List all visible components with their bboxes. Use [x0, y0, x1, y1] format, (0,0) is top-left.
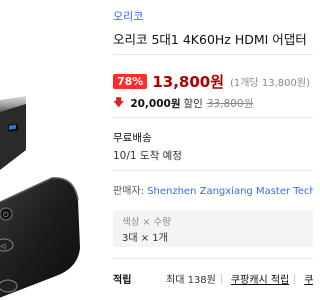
red-down-arrow-icon: 🡇	[113, 96, 125, 109]
divider	[113, 258, 313, 259]
coupon-label: 할인	[183, 98, 203, 110]
product-info-panel: 오리코 오리코 5대1 4K60Hz HDMI 어댑터 78% 13,800원 …	[113, 0, 313, 300]
price-row: 78% 13,800원 (1개당 13,800원)	[113, 71, 310, 92]
svg-text:⏻: ⏻	[3, 211, 9, 219]
coupon-row: 🡇 20,000원 할인 33,800원	[113, 94, 253, 113]
svg-text:◁: ◁	[0, 242, 6, 250]
product-title: 오리코 5대1 4K60Hz HDMI 어댑터	[113, 32, 307, 47]
seller-row: 판매자: Shenzhen Zangxiang Master Technolog…	[113, 182, 313, 197]
coupang-cash-link[interactable]: 쿠팡캐시 적립	[231, 271, 289, 286]
reward-row: 적립 최대 138원 쿠팡캐시 적립 쿠	[113, 271, 313, 286]
divider	[113, 117, 313, 118]
seller-name-link[interactable]: Shenzhen Zangxiang Master Technology	[147, 186, 313, 197]
hdmi-switch-photo: ⏻ ◁	[0, 96, 80, 298]
separator	[294, 273, 296, 284]
divider	[113, 170, 313, 171]
arrival-date: 10/1 도착 예정	[113, 150, 182, 162]
option-label: 색상 × 수량	[122, 217, 171, 228]
option-value: 3대 × 1개	[122, 233, 168, 244]
divider	[113, 54, 313, 55]
discount-badge: 78%	[113, 74, 148, 89]
original-price: 33,800원	[206, 98, 254, 110]
shipping-label: 무료배송	[113, 132, 152, 144]
option-summary-box[interactable]: 색상 × 수량 3대 × 1개	[113, 210, 313, 247]
separator	[220, 273, 222, 284]
brand-link[interactable]: 오리코	[113, 8, 143, 24]
reward-max: 최대 138원	[166, 275, 216, 286]
unit-price: (1개당 13,800원)	[230, 78, 310, 89]
reward-more-link[interactable]: 쿠	[304, 271, 313, 286]
seller-label: 판매자:	[113, 186, 144, 197]
product-image[interactable]: ⏻ ◁	[0, 0, 104, 300]
sale-price: 13,800원	[152, 73, 225, 91]
reward-label: 적립	[113, 275, 132, 286]
coupon-amount: 20,000원	[130, 98, 181, 110]
